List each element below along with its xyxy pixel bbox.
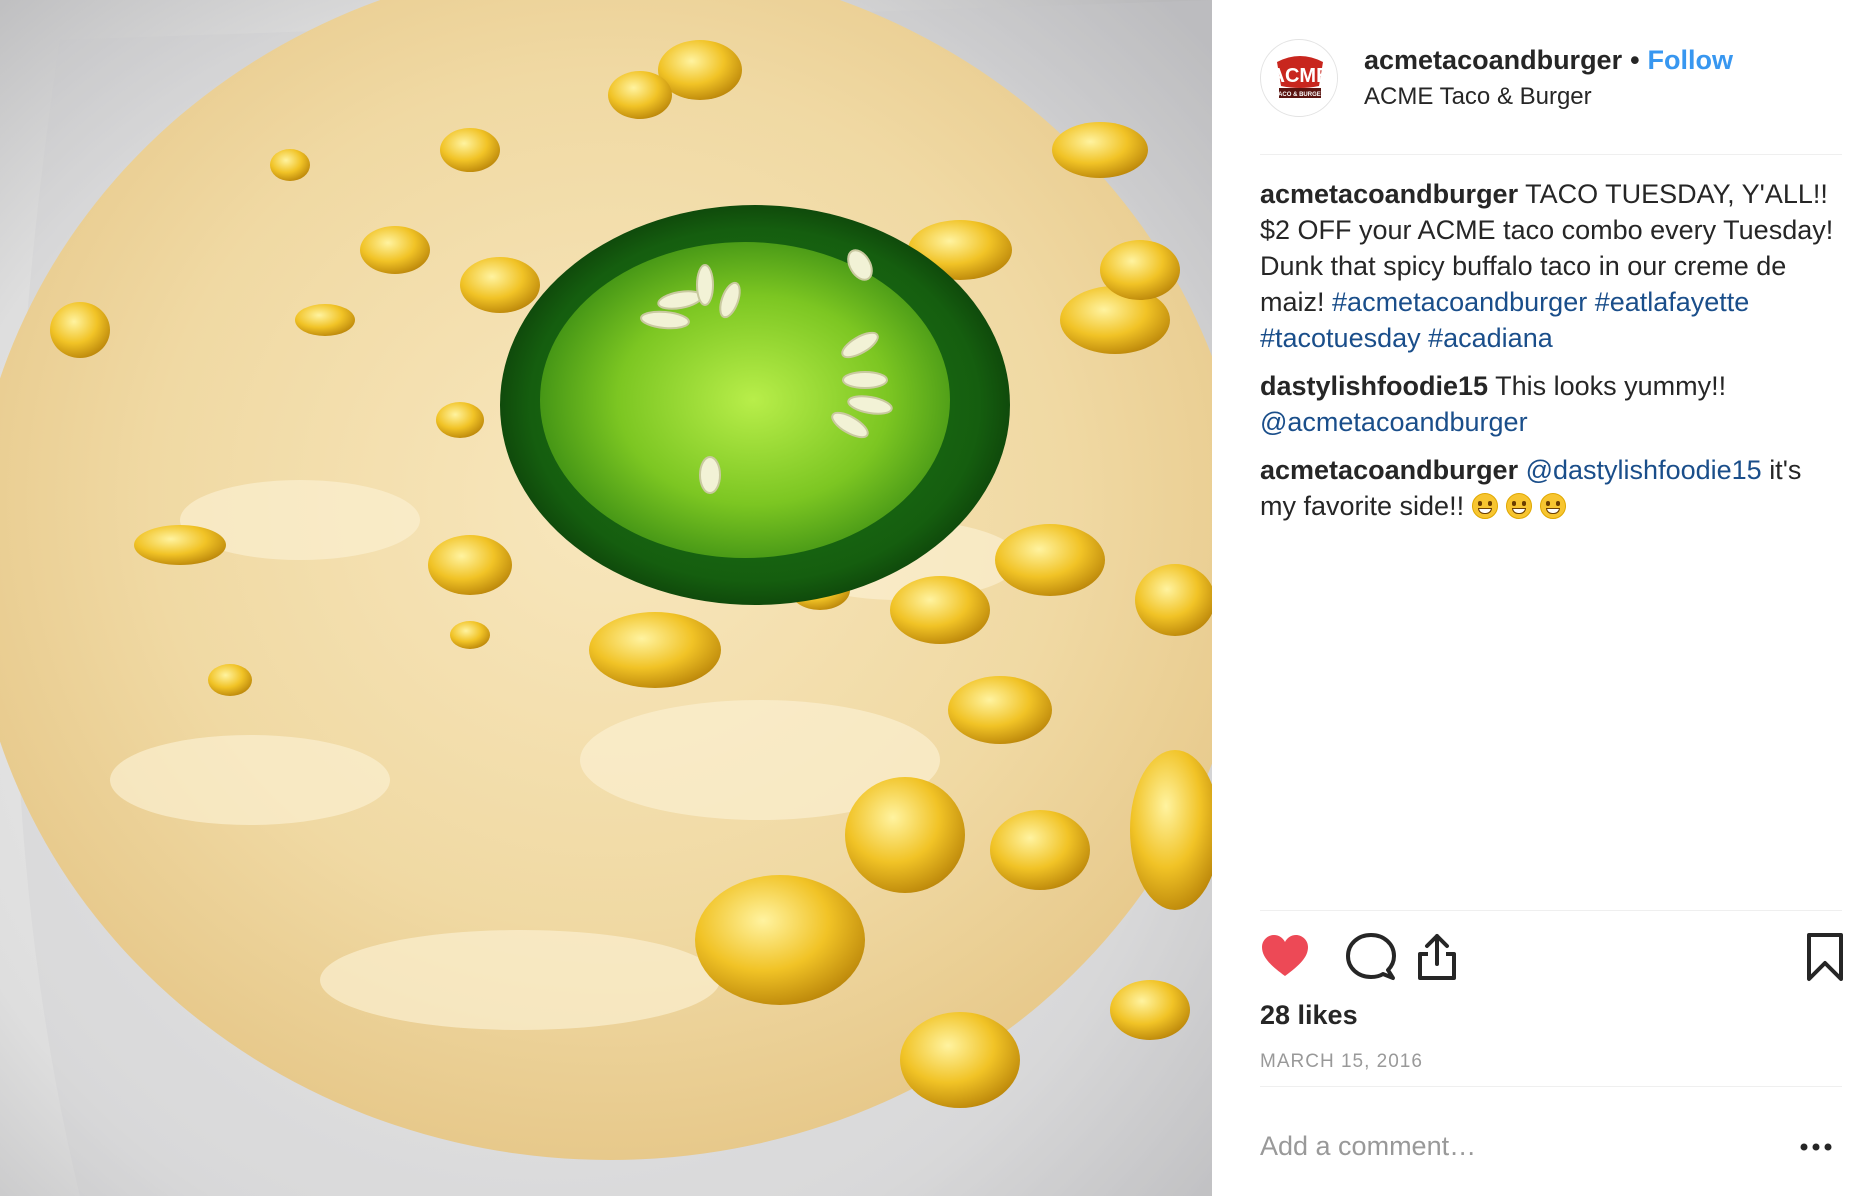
post-actions	[1260, 932, 1843, 984]
actions-divider	[1260, 910, 1842, 911]
post-photo[interactable]	[0, 0, 1212, 1196]
share-icon[interactable]	[1412, 932, 1462, 982]
soup-image	[0, 0, 1212, 1196]
grinning-face-icon	[1506, 493, 1533, 519]
comment-hashtags[interactable]: #acmetacoandburger #eatlafayette #tacotu…	[1260, 287, 1749, 353]
acme-logo-icon: ACME TACO & BURGER	[1263, 42, 1337, 116]
comment-bubble-icon[interactable]	[1346, 932, 1396, 982]
grinning-face-icon	[1472, 493, 1499, 519]
comment-text: This looks yummy!!	[1495, 371, 1727, 401]
svg-text:ACME: ACME	[1271, 65, 1330, 87]
add-comment-input[interactable]	[1260, 1126, 1780, 1166]
post-details-panel: ACME TACO & BURGER acmetacoandburger • Fol…	[1212, 0, 1866, 1196]
svg-text:TACO & BURGER: TACO & BURGER	[1275, 92, 1326, 98]
follow-button[interactable]: Follow	[1648, 45, 1733, 75]
grinning-face-icon	[1540, 493, 1567, 519]
more-options-icon[interactable]	[1782, 1132, 1842, 1162]
header-separator: •	[1630, 45, 1640, 75]
avatar[interactable]: ACME TACO & BURGER	[1260, 39, 1338, 117]
list-item: acmetacoandburger @dastylishfoodie15 it'…	[1260, 452, 1842, 524]
comment-mention[interactable]: @acmetacoandburger	[1260, 407, 1528, 437]
post-date: MARCH 15, 2016	[1260, 1051, 1423, 1072]
heart-filled-icon[interactable]	[1260, 932, 1310, 982]
caption-comment: acmetacoandburger TACO TUESDAY, Y'ALL!! …	[1260, 176, 1842, 356]
header-divider	[1260, 154, 1842, 155]
comment-username[interactable]: dastylishfoodie15	[1260, 371, 1488, 401]
post-header: ACME TACO & BURGER acmetacoandburger • Fol…	[1260, 34, 1842, 124]
comment-mention[interactable]: @dastylishfoodie15	[1526, 455, 1762, 485]
header-username[interactable]: acmetacoandburger	[1364, 45, 1622, 75]
comment-username[interactable]: acmetacoandburger	[1260, 179, 1518, 209]
comment-username[interactable]: acmetacoandburger	[1260, 455, 1518, 485]
list-item: dastylishfoodie15 This looks yummy!! @ac…	[1260, 368, 1842, 440]
header-user-line: acmetacoandburger • Follow	[1364, 44, 1733, 76]
likes-count[interactable]: 28 likes	[1260, 998, 1358, 1032]
bookmark-icon[interactable]	[1800, 932, 1850, 982]
location-link[interactable]: ACME Taco & Burger	[1364, 82, 1592, 112]
comments-list: acmetacoandburger TACO TUESDAY, Y'ALL!! …	[1260, 176, 1842, 536]
comment-box-divider	[1260, 1086, 1842, 1087]
